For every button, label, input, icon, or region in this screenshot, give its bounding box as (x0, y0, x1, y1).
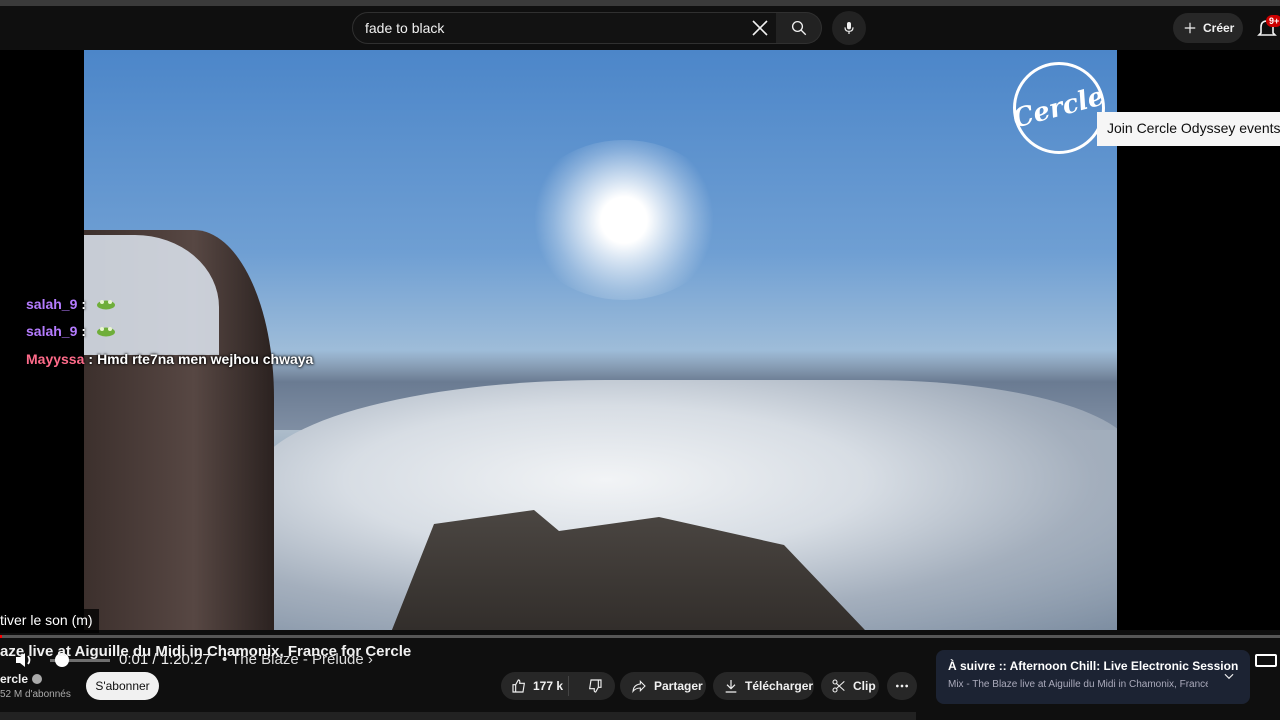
share-label: Partager (654, 679, 703, 693)
up-next-card[interactable]: À suivre :: Afternoon Chill: Live Electr… (936, 650, 1250, 704)
progress-bar[interactable] (0, 635, 1280, 638)
notification-badge: 9+ (1266, 15, 1280, 27)
clip-label: Clip (853, 679, 876, 693)
chevron-down-icon[interactable] (1222, 669, 1236, 683)
more-horizontal-icon (896, 684, 908, 688)
create-label: Créer (1203, 21, 1235, 35)
video-player[interactable]: Cercle Join Cercle Odyssey events salah_… (0, 50, 1280, 675)
more-actions-button[interactable] (887, 672, 917, 700)
dislike-button[interactable] (575, 678, 615, 694)
frog-emote-icon (97, 327, 116, 337)
clip-button[interactable]: Clip (821, 672, 879, 700)
download-button[interactable]: Télécharger (713, 672, 814, 700)
create-button[interactable]: Créer (1173, 13, 1243, 43)
chat-line: salah_9 : (26, 318, 313, 346)
progress-fill (0, 635, 2, 638)
theater-mode-icon[interactable] (1254, 648, 1278, 672)
share-icon (632, 680, 646, 694)
search-input[interactable]: fade to black (365, 20, 444, 36)
verified-icon (32, 674, 43, 684)
plus-icon (1184, 22, 1196, 34)
subscribe-button[interactable]: S'abonner (86, 672, 159, 700)
chat-separator: : (88, 350, 94, 367)
up-next-subtitle: Mix - The Blaze live at Aiguille du Midi… (948, 679, 1208, 690)
cercle-logo: Cercle (1010, 62, 1108, 154)
subscriber-count: 52 M d'abonnés (0, 689, 71, 700)
chat-message: Hmd rte7na men wejhou chwaya (97, 350, 314, 367)
search-icon (791, 20, 806, 36)
up-next-title: À suivre :: Afternoon Chill: Live Electr… (948, 659, 1238, 673)
channel-name[interactable]: ercle (0, 672, 43, 686)
chat-username: Mayyssa (26, 350, 85, 367)
scissors-icon (832, 679, 845, 693)
video-title: aze live at Aiguille du Midi in Chamonix… (0, 643, 412, 660)
unmute-tooltip: tiver le son (m) (0, 609, 99, 633)
top-divider (0, 0, 1280, 6)
like-count: 177 k (533, 679, 564, 693)
chat-separator: : (81, 323, 87, 340)
clear-search-icon[interactable] (748, 16, 772, 40)
voice-search-button[interactable] (832, 11, 866, 45)
thumbs-up-icon (512, 679, 525, 693)
like-button[interactable]: 177 k (501, 676, 569, 696)
like-dislike-group: 177 k (501, 672, 615, 700)
thumbs-down-icon (588, 679, 602, 693)
search-button[interactable] (776, 12, 822, 44)
logo-text: Cercle (1010, 81, 1108, 135)
frog-emote-icon (97, 299, 116, 310)
chat-username: salah_9 (26, 295, 78, 312)
channel-name-text[interactable]: ercle (0, 672, 28, 686)
download-icon (725, 680, 737, 693)
top-bar: fade to black Créer 9+ (0, 0, 1280, 56)
download-label: Télécharger (745, 679, 814, 693)
sun (524, 140, 724, 300)
share-button[interactable]: Partager (620, 672, 706, 700)
chat-overlay: salah_9 : salah_9 : Mayyssa : Hmd rte7na… (26, 290, 313, 373)
bottom-divider (0, 712, 916, 720)
join-events-card[interactable]: Join Cercle Odyssey events (1097, 112, 1280, 146)
microphone-icon (844, 22, 854, 34)
chat-line: salah_9 : (26, 290, 313, 318)
chat-username: salah_9 (26, 323, 78, 340)
chat-separator: : (81, 295, 87, 312)
chat-line: Mayyssa : Hmd rte7na men wejhou chwaya (26, 345, 313, 373)
search-box[interactable]: fade to black (352, 12, 777, 44)
